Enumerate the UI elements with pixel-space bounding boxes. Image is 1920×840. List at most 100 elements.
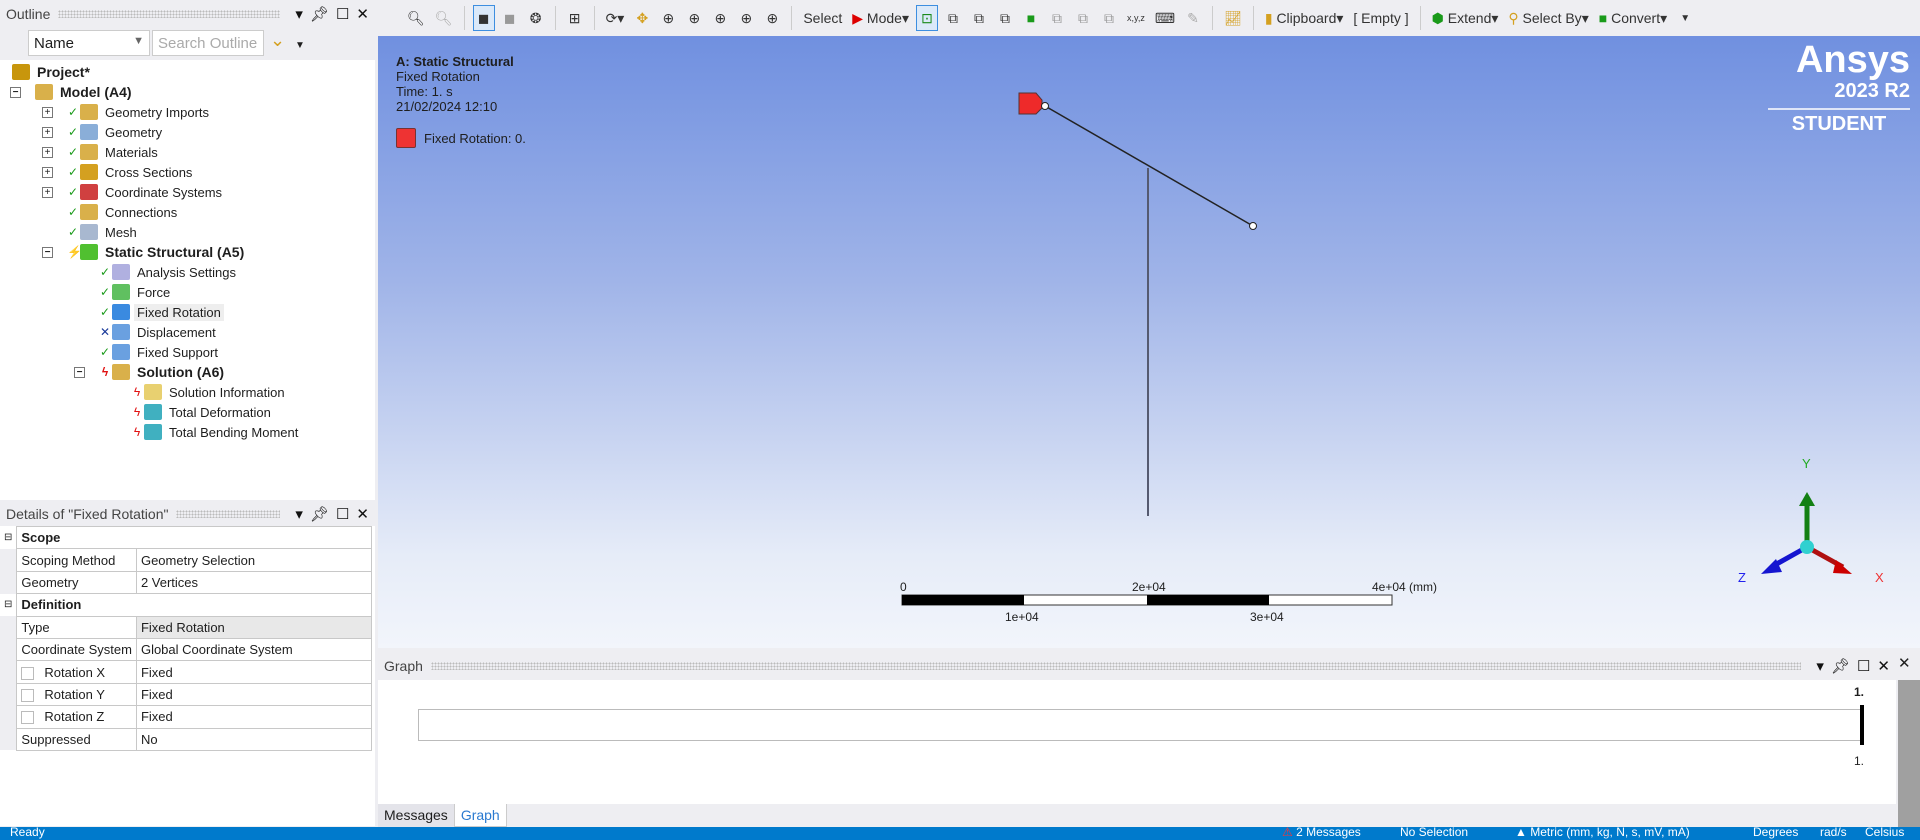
layout-icon[interactable]: ⊞ (564, 5, 586, 31)
close-icon[interactable]: ✕ (356, 505, 369, 523)
property-value[interactable]: 2 Vertices (135, 570, 373, 595)
expand-icon[interactable]: + (42, 126, 53, 138)
graphics-viewport[interactable]: A: Static Structural Fixed Rotation Time… (378, 36, 1920, 648)
zoom-prev-icon[interactable]: ⊕ (761, 5, 783, 31)
pan-icon[interactable]: ✥ (631, 5, 653, 31)
extend-button[interactable]: ⬢ Extend ▾ (1429, 5, 1502, 31)
details-row[interactable]: Geometry 2 Vertices (0, 570, 373, 595)
vertex-b[interactable] (1249, 222, 1257, 230)
property-value[interactable]: Global Coordinate System (135, 637, 373, 662)
select-face-icon[interactable]: ⧉ (968, 5, 990, 31)
pin-icon[interactable]: 📌︎ (1831, 657, 1850, 675)
label-icon[interactable]: ⌨ (1152, 5, 1178, 31)
dropdown-icon[interactable]: ▾ (295, 505, 303, 523)
details-row[interactable]: Rotation X Fixed (0, 660, 373, 684)
property-value[interactable]: Fixed (135, 705, 373, 729)
tree-item[interactable]: ✓ Analysis Settings (74, 262, 239, 282)
tab-graph[interactable]: Graph (453, 804, 507, 827)
messages-status[interactable]: ⚠ 2 Messages (1282, 827, 1361, 839)
annotation-icon[interactable]: ✎ (1182, 5, 1204, 31)
convert-button[interactable]: ■ Convert ▾ (1596, 5, 1670, 31)
maximize-icon[interactable]: ☐ (336, 505, 349, 523)
dropdown-icon[interactable]: ▾ (1816, 657, 1824, 675)
tree-item[interactable]: Project* (12, 62, 93, 82)
zoom-box-icon[interactable]: 🔍︎ (432, 5, 456, 31)
pin-icon[interactable]: 📌︎ (310, 5, 329, 23)
tree-item[interactable]: ✓ Connections (42, 202, 180, 222)
close-icon[interactable]: ✕ (1877, 657, 1890, 675)
select-mesh-icon[interactable]: ⧉ (1098, 5, 1120, 31)
units-status[interactable]: ▲ Metric (mm, kg, N, s, mV, mA) (1515, 827, 1690, 839)
pin-icon[interactable]: 📌︎ (310, 505, 329, 523)
tree-item[interactable]: − ⚡ Static Structural (A5) (42, 242, 247, 262)
select-node-icon[interactable]: ⧉ (1046, 5, 1068, 31)
toolbar-overflow-icon[interactable]: ▼ (1674, 5, 1696, 31)
tree-item[interactable]: ✓ Force (74, 282, 173, 302)
solid-view-icon[interactable]: ◼ (472, 5, 495, 31)
overflow-icon[interactable]: ▼ (295, 40, 305, 51)
expand-icon[interactable]: + (42, 146, 53, 158)
select-by-button[interactable]: ⚲ Select By ▾ (1505, 5, 1591, 31)
details-row[interactable]: Rotation Z Fixed (0, 705, 373, 729)
details-section-definition[interactable]: ⊟ Definition (0, 593, 372, 617)
tab-messages[interactable]: Messages (378, 804, 454, 827)
tree-item[interactable]: − ϟ Solution (A6) (74, 362, 227, 382)
render-icon[interactable]: ❂ (525, 5, 547, 31)
collapse-icon[interactable]: − (74, 366, 85, 378)
outline-filter-select[interactable]: Name ▼ (28, 30, 150, 56)
tree-item[interactable]: ϟ Total Deformation (106, 402, 274, 422)
tree-item[interactable]: ϟ Total Bending Moment (106, 422, 301, 442)
tree-item[interactable]: + ✓ Materials (42, 142, 161, 162)
tree-item[interactable]: ✓ Fixed Support (74, 342, 221, 362)
zoom-fit-icon[interactable]: 🔍︎ (404, 5, 428, 31)
property-value[interactable]: No (135, 727, 373, 751)
tree-item[interactable]: ✓ Mesh (42, 222, 140, 242)
zoom-icon[interactable]: ⊕ (683, 5, 705, 31)
property-value[interactable]: Fixed Rotation (135, 615, 373, 639)
close-icon[interactable]: ✕ (356, 5, 369, 23)
expand-icon[interactable]: + (42, 166, 53, 178)
checkbox[interactable] (21, 666, 35, 680)
tree-item[interactable]: + ✓ Geometry Imports (42, 102, 212, 122)
tree-item[interactable]: ϟ Solution Information (106, 382, 288, 402)
search-chevron-icon[interactable]: ⌄ (270, 30, 285, 51)
tree-item[interactable]: ✓ Fixed Rotation (74, 302, 224, 322)
maximize-icon[interactable]: ☐ (336, 5, 349, 23)
tree-item[interactable]: ✕ Displacement (74, 322, 219, 342)
tree-item[interactable]: + ✓ Coordinate Systems (42, 182, 225, 202)
details-row[interactable]: Rotation Y Fixed (0, 682, 373, 707)
checkbox[interactable] (21, 711, 35, 725)
details-section-scope[interactable]: ⊟ Scope (0, 525, 372, 550)
search-outline-input[interactable]: Search Outline (152, 30, 264, 56)
expand-icon[interactable]: + (42, 106, 53, 118)
close-icon[interactable]: ✕ (1898, 654, 1911, 672)
timeline-bar[interactable] (418, 709, 1863, 741)
select-body-icon[interactable]: ⧉ (994, 5, 1016, 31)
collapse-icon[interactable]: − (10, 86, 21, 98)
angle-units[interactable]: Degrees (1753, 827, 1798, 839)
collapse-icon[interactable]: ⊟ (0, 594, 17, 616)
vertex-a[interactable] (1041, 102, 1049, 110)
tree-item[interactable]: + ✓ Geometry (42, 122, 165, 142)
select-green-icon[interactable]: ■ (1020, 5, 1042, 31)
details-row[interactable]: Coordinate System Global Coordinate Syste… (0, 637, 373, 662)
rate-units[interactable]: rad/s (1820, 827, 1847, 839)
temp-units[interactable]: Celsius (1865, 827, 1904, 839)
mode-button[interactable]: ▶ Mode ▾ (849, 5, 912, 31)
details-row[interactable]: Suppressed No (0, 727, 373, 751)
time-marker[interactable] (1860, 705, 1864, 745)
rotate-icon[interactable]: ⟳▾ (603, 5, 628, 31)
dropdown-icon[interactable]: ▾ (295, 5, 303, 23)
maximize-icon[interactable]: ☐ (1857, 657, 1870, 675)
property-value[interactable]: Geometry Selection (135, 548, 373, 572)
zoom-selection-icon[interactable]: ⊕ (735, 5, 757, 31)
details-row[interactable]: Type Fixed Rotation (0, 615, 373, 639)
checkbox[interactable] (21, 688, 35, 702)
collapse-icon[interactable]: − (42, 246, 53, 258)
shaded-icon[interactable]: ◼ (499, 5, 521, 31)
details-row[interactable]: Scoping Method Geometry Selection (0, 548, 373, 572)
collapse-icon[interactable]: ⊟ (0, 527, 17, 549)
select-button[interactable]: Select (800, 5, 845, 31)
expand-icon[interactable]: + (42, 186, 53, 198)
tree-item[interactable]: − Model (A4) (10, 82, 135, 102)
